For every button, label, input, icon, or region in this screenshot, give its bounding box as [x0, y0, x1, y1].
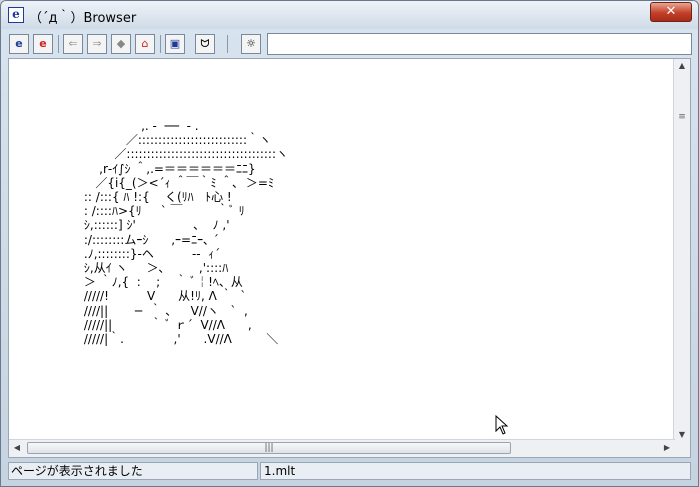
- ie-e-icon: e: [8, 7, 24, 23]
- back-icon[interactable]: ⇐: [63, 34, 83, 54]
- browser-window: e （´д｀）Browser ✕ e e ⇐ ⇒ ◆ ⌂ ▣ ᗢ ☼ ,. - …: [0, 0, 699, 487]
- status-message: ページが表示されました: [8, 462, 258, 480]
- scroll-up-icon[interactable]: ▲: [674, 61, 690, 70]
- face-icon[interactable]: ᗢ: [195, 34, 215, 54]
- browser-e-icon[interactable]: e: [9, 34, 29, 54]
- status-bar: ページが表示されました 1.mlt: [8, 462, 691, 480]
- horizontal-scrollbar[interactable]: ◀ ||| ▶: [9, 439, 675, 457]
- close-button[interactable]: ✕: [650, 2, 692, 22]
- scroll-left-icon[interactable]: ◀: [9, 443, 25, 452]
- scroll-grip-icon[interactable]: ≡: [676, 112, 688, 122]
- scroll-down-icon[interactable]: ▼: [674, 430, 690, 439]
- toolbar: e e ⇐ ⇒ ◆ ⌂ ▣ ᗢ ☼: [7, 33, 692, 57]
- stop-icon[interactable]: ◆: [111, 34, 131, 54]
- home-icon[interactable]: ⌂: [135, 34, 155, 54]
- scrollbar-corner: [674, 440, 690, 457]
- status-file: 1.mlt: [260, 462, 691, 480]
- toolbar-separator: [160, 35, 161, 53]
- toolbar-separator: [58, 35, 59, 53]
- address-input[interactable]: [267, 33, 692, 55]
- ascii-art: ,. - ── - . ／:::::::::::::::::::::::::::…: [83, 119, 288, 347]
- scroll-right-icon[interactable]: ▶: [659, 443, 675, 452]
- horizontal-scroll-thumb[interactable]: |||: [27, 442, 511, 454]
- forward-icon[interactable]: ⇒: [87, 34, 107, 54]
- title-bar[interactable]: e （´д｀）Browser ✕: [1, 1, 698, 29]
- window-title: （´д｀）Browser: [29, 11, 137, 26]
- vertical-scrollbar[interactable]: ▲ ≡ ▼: [673, 59, 690, 441]
- browser-e-red-icon[interactable]: e: [33, 34, 53, 54]
- toolbar-separator: [227, 35, 228, 53]
- settings-icon[interactable]: ☼: [241, 34, 261, 54]
- mouse-cursor-icon: [495, 415, 509, 435]
- window-icon[interactable]: ▣: [165, 34, 185, 54]
- page-content[interactable]: ,. - ── - . ／:::::::::::::::::::::::::::…: [8, 58, 691, 458]
